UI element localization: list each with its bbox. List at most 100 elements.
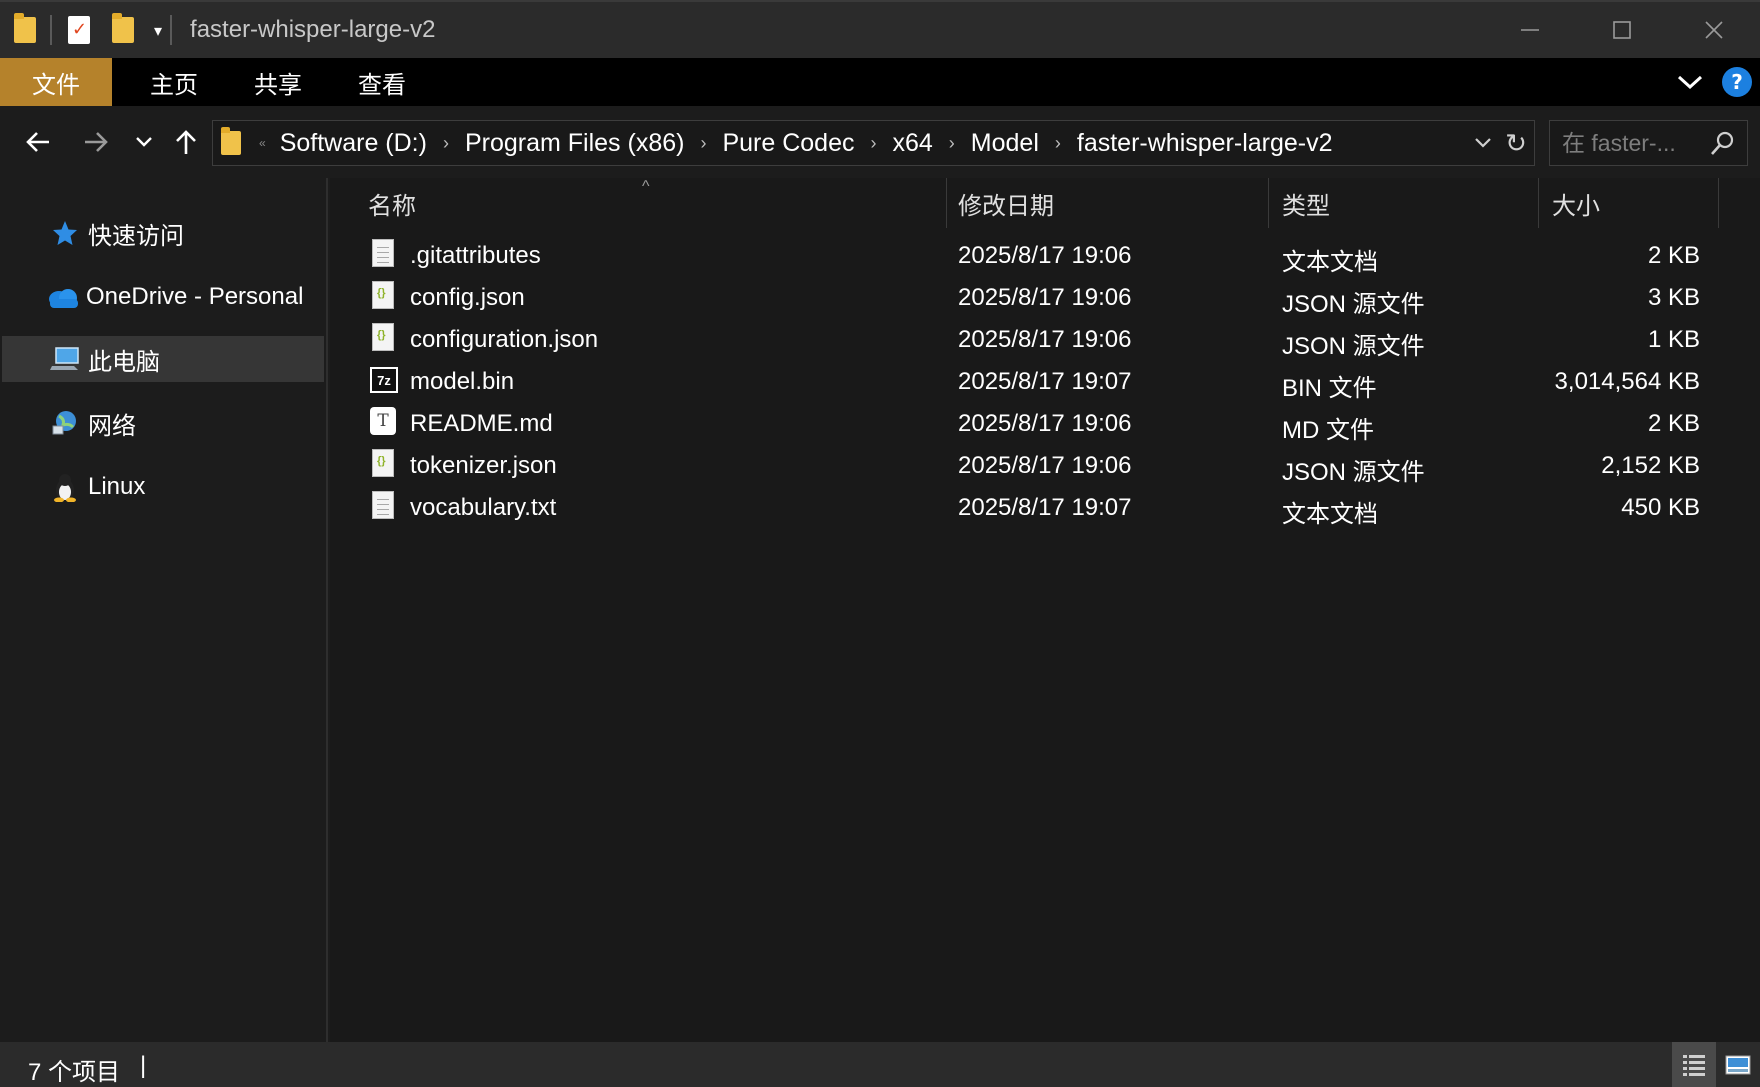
file-size: 2 KB (1647, 410, 1700, 437)
column-header-modified[interactable]: 修改日期 (958, 186, 1054, 221)
file-name[interactable]: tokenizer.json (410, 452, 557, 480)
column-divider[interactable] (946, 178, 947, 228)
file-row[interactable]: vocabulary.txt 2025/8/17 19:07 文本文档 450 … (330, 486, 1760, 528)
sidebar-item-label: OneDrive - Personal (86, 283, 304, 310)
text-file-icon (370, 239, 396, 269)
star-icon (48, 216, 82, 250)
tab-home[interactable]: 主页 (122, 58, 226, 106)
file-row[interactable]: config.json 2025/8/17 19:06 JSON 源文件 3 K… (330, 276, 1760, 318)
sort-ascending-icon: ^ (642, 178, 650, 195)
column-header-name[interactable]: 名称 (368, 186, 416, 221)
expand-ribbon-button[interactable] (1676, 58, 1704, 106)
file-type: 文本文档 (1282, 249, 1378, 276)
file-type: 文本文档 (1282, 501, 1378, 528)
arrow-right-icon (85, 132, 108, 152)
file-row[interactable]: configuration.json 2025/8/17 19:06 JSON … (330, 318, 1760, 360)
file-name[interactable]: model.bin (410, 368, 514, 396)
tab-view[interactable]: 查看 (330, 58, 434, 106)
new-folder-icon[interactable] (110, 13, 136, 47)
help-icon[interactable]: ? (1722, 67, 1752, 97)
arrow-left-icon (26, 132, 49, 152)
details-view-button[interactable] (1672, 1042, 1716, 1087)
file-name[interactable]: config.json (410, 284, 525, 312)
file-modified: 2025/8/17 19:06 (958, 326, 1132, 353)
breadcrumb-model[interactable]: Model (971, 129, 1039, 158)
minimize-button[interactable] (1484, 2, 1576, 58)
json-file-icon (370, 281, 396, 311)
file-modified: 2025/8/17 19:06 (958, 242, 1132, 269)
ribbon-tabs: 文件 主页 共享 查看 ? (0, 58, 1760, 106)
up-button[interactable] (168, 124, 204, 160)
breadcrumb-separator[interactable]: › (700, 133, 706, 154)
column-header-size[interactable]: 大小 (1552, 186, 1600, 221)
explorer-window: ▾ faster-whisper-large-v2 文件 主页 共享 查看 ? (0, 0, 1760, 1087)
item-count: 7 个项目 (28, 1059, 121, 1086)
column-headers: ^ 名称 修改日期 类型 大小 (330, 178, 1760, 228)
chevron-down-icon (136, 137, 152, 147)
column-header-type[interactable]: 类型 (1282, 186, 1330, 221)
file-modified: 2025/8/17 19:06 (958, 452, 1132, 479)
refresh-button[interactable]: ↻ (1498, 128, 1534, 159)
search-input[interactable] (1562, 129, 1712, 157)
file-row[interactable]: 7z model.bin 2025/8/17 19:07 BIN 文件 3,01… (330, 360, 1760, 402)
search-box[interactable] (1549, 120, 1748, 166)
breadcrumb-separator[interactable]: › (949, 133, 955, 154)
close-icon (1705, 21, 1723, 39)
penguin-icon (48, 470, 82, 504)
tab-share[interactable]: 共享 (226, 58, 330, 106)
file-list-pane: ^ 名称 修改日期 类型 大小 .gitattributes 2025/8/17… (330, 178, 1760, 1042)
back-button[interactable] (20, 124, 56, 160)
status-divider: | (140, 1052, 147, 1079)
maximize-button[interactable] (1576, 2, 1668, 58)
file-row[interactable]: .gitattributes 2025/8/17 19:06 文本文档 2 KB (330, 234, 1760, 276)
column-divider[interactable] (1268, 178, 1269, 228)
sidebar-item-this-pc[interactable]: 此电脑 (2, 336, 324, 382)
file-modified: 2025/8/17 19:07 (958, 368, 1132, 395)
arrow-up-icon (176, 130, 196, 154)
file-size: 2 KB (1647, 242, 1700, 269)
breadcrumb-software-d[interactable]: Software (D:) (280, 129, 427, 158)
breadcrumb-current-folder[interactable]: faster-whisper-large-v2 (1077, 129, 1333, 158)
column-divider[interactable] (1718, 178, 1719, 228)
tab-file[interactable]: 文件 (0, 58, 112, 106)
close-button[interactable] (1668, 2, 1760, 58)
recent-locations-button[interactable] (126, 124, 162, 160)
toolbar-divider (50, 15, 52, 45)
sidebar-item-network[interactable]: 网络 (0, 400, 326, 446)
search-icon[interactable] (1709, 129, 1737, 157)
sidebar-item-quick-access[interactable]: 快速访问 (0, 210, 326, 256)
file-type: BIN 文件 (1282, 375, 1377, 402)
breadcrumb-x64[interactable]: x64 (892, 129, 932, 158)
hidden-path-indicator[interactable]: « (259, 136, 266, 150)
file-name[interactable]: .gitattributes (410, 242, 541, 270)
chevron-down-icon (1677, 75, 1703, 90)
file-name[interactable]: configuration.json (410, 326, 598, 354)
breadcrumb-separator[interactable]: › (443, 133, 449, 154)
column-divider[interactable] (1538, 178, 1539, 228)
minimize-icon (1521, 29, 1539, 31)
markdown-file-icon: T (370, 407, 396, 437)
file-size: 1 KB (1647, 326, 1700, 353)
file-type: JSON 源文件 (1282, 291, 1425, 318)
window-title: faster-whisper-large-v2 (190, 16, 436, 43)
breadcrumb-pure-codec[interactable]: Pure Codec (722, 129, 854, 158)
file-size: 3,014,564 KB (1554, 368, 1700, 395)
file-modified: 2025/8/17 19:06 (958, 284, 1132, 311)
file-row[interactable]: T README.md 2025/8/17 19:06 MD 文件 2 KB (330, 402, 1760, 444)
file-name[interactable]: README.md (410, 410, 553, 438)
breadcrumb-separator[interactable]: › (870, 133, 876, 154)
sidebar-item-label: 快速访问 (88, 222, 184, 250)
breadcrumb-separator[interactable]: › (1055, 133, 1061, 154)
file-row[interactable]: tokenizer.json 2025/8/17 19:06 JSON 源文件 … (330, 444, 1760, 486)
customize-toolbar-dropdown[interactable]: ▾ (154, 21, 162, 40)
large-icons-view-button[interactable] (1716, 1042, 1760, 1087)
sidebar-item-onedrive[interactable]: OneDrive - Personal (0, 274, 326, 320)
properties-icon[interactable] (66, 13, 92, 47)
breadcrumb-program-files[interactable]: Program Files (x86) (465, 129, 685, 158)
address-history-dropdown[interactable] (1468, 137, 1498, 149)
folder-icon[interactable] (12, 13, 38, 47)
file-name[interactable]: vocabulary.txt (410, 494, 556, 522)
address-bar[interactable]: « Software (D:) › Program Files (x86) › … (212, 120, 1535, 166)
forward-button[interactable] (78, 124, 114, 160)
sidebar-item-linux[interactable]: Linux (0, 464, 326, 510)
